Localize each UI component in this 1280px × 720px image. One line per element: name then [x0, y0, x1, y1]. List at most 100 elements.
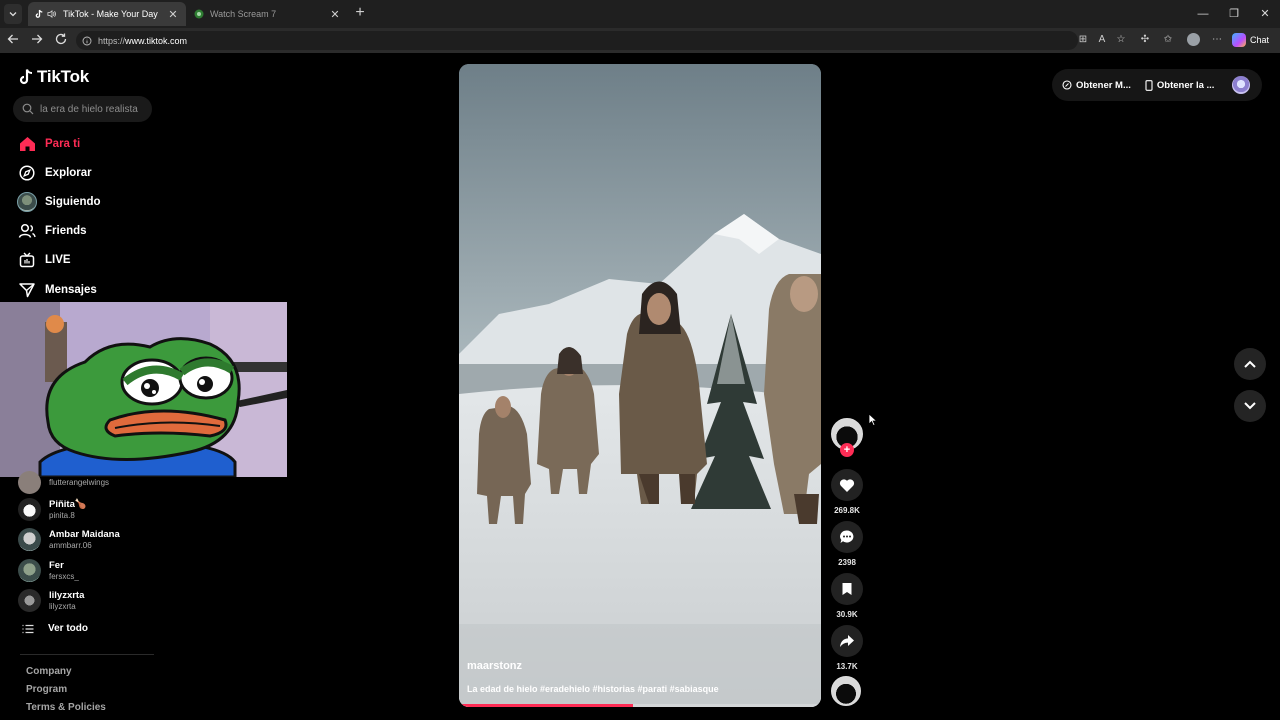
account-handle: ammbarr.06	[49, 540, 92, 550]
back-arrow-icon	[7, 34, 18, 44]
heart-icon	[839, 478, 855, 492]
video-player[interactable]: maarstonz La edad de hielo #eradehielo #…	[459, 64, 821, 707]
profile-avatar[interactable]	[1232, 76, 1250, 94]
phone-icon	[1145, 79, 1153, 91]
close-window-button[interactable]: ✕	[1257, 6, 1273, 22]
following-item[interactable]: Fer fersxcs_	[18, 557, 79, 583]
copilot-chat-button[interactable]: Chat	[1232, 32, 1269, 48]
sound-avatar[interactable]	[831, 676, 861, 706]
search-placeholder: la era de hielo realista	[40, 103, 138, 115]
messages-icon	[16, 279, 38, 301]
footer-link-program[interactable]: Program	[26, 684, 67, 695]
share-button[interactable]	[831, 625, 863, 657]
previous-video-button[interactable]	[1234, 348, 1266, 380]
favorite-star-icon[interactable]: ☆	[1114, 33, 1128, 47]
account-handle: fersxcs_	[49, 571, 79, 581]
chevron-down-icon	[1244, 402, 1256, 410]
url-prefix: https://	[98, 35, 126, 46]
get-coins-button[interactable]: Obtener M...	[1062, 80, 1131, 91]
nav-friends[interactable]: Friends	[16, 220, 87, 242]
favorites-icon[interactable]: ✩	[1161, 33, 1175, 47]
chevron-up-icon	[1244, 360, 1256, 368]
tiktok-page: TikTok la era de hielo realista Para ti …	[0, 53, 1280, 720]
close-tab-icon[interactable]: ✕	[166, 7, 180, 21]
nav-label: Explorar	[45, 167, 92, 179]
list-icon	[22, 624, 34, 633]
url-host: www.tiktok.com	[125, 35, 188, 46]
like-count: 269.8K	[834, 506, 860, 515]
account-handle: pinita.8	[49, 510, 75, 520]
site-info-icon[interactable]	[82, 36, 92, 46]
nav-following[interactable]: Siguiendo	[16, 191, 101, 213]
close-tab-icon[interactable]: ✕	[328, 7, 342, 21]
account-name: lilyzxrta	[49, 589, 85, 601]
following-item[interactable]: Piñita🍗 pinita.8	[18, 496, 87, 522]
footer-link-terms[interactable]: Terms & Policies	[26, 702, 106, 713]
nav-label: Friends	[45, 225, 87, 237]
tab-title: TikTok - Make Your Day	[63, 9, 158, 19]
coin-icon	[1062, 80, 1072, 90]
next-video-button[interactable]	[1234, 390, 1266, 422]
header-actions: Obtener M... Obtener la ...	[1052, 69, 1262, 101]
live-icon	[16, 249, 38, 271]
avatar-icon	[16, 191, 38, 213]
new-tab-button[interactable]: +	[352, 5, 368, 21]
nav-messages[interactable]: Mensajes	[16, 279, 97, 301]
nav-label: Para ti	[45, 138, 81, 150]
nav-for-you[interactable]: Para ti	[16, 133, 80, 155]
tab-watch-scream[interactable]: Watch Scream 7 ✕	[188, 2, 348, 26]
friends-icon	[16, 220, 38, 242]
get-app-button[interactable]: Obtener la ...	[1145, 79, 1214, 91]
home-icon	[16, 133, 38, 155]
tiktok-logo[interactable]: TikTok	[18, 67, 89, 87]
nav-live[interactable]: LIVE	[16, 249, 71, 271]
save-button[interactable]	[831, 573, 863, 605]
following-item[interactable]: flutterangelwings	[18, 469, 109, 495]
tab-tiktok[interactable]: TikTok - Make Your Day ✕	[28, 2, 186, 26]
comment-button[interactable]	[831, 521, 863, 553]
brand-name: TikTok	[37, 67, 90, 86]
tiktok-favicon-icon	[34, 9, 44, 19]
like-button[interactable]	[831, 469, 863, 501]
more-options-icon[interactable]: ⋯	[1210, 33, 1224, 47]
search-input[interactable]: la era de hielo realista	[13, 96, 152, 122]
ice-age-scene-image	[459, 64, 821, 707]
account-name: Piñita🍗	[49, 498, 87, 510]
avatar	[18, 558, 41, 582]
search-icon	[22, 103, 34, 115]
video-progress-fill	[459, 704, 633, 707]
compass-icon	[16, 162, 38, 184]
browser-tab-strip: TikTok - Make Your Day ✕ Watch Scream 7 …	[0, 0, 1280, 28]
back-button[interactable]	[5, 32, 21, 48]
nav-label: LIVE	[45, 254, 71, 266]
copilot-icon	[1232, 33, 1246, 47]
video-progress-bar[interactable]	[459, 704, 821, 707]
forward-button[interactable]	[29, 32, 45, 48]
footer-link-company[interactable]: Company	[26, 666, 72, 677]
bookmark-icon	[842, 583, 852, 595]
avatar	[18, 527, 41, 551]
profile-avatar-icon[interactable]	[1186, 33, 1200, 47]
site-favicon-icon	[194, 9, 204, 19]
following-item[interactable]: Ambar Maidana ammbarr.06	[18, 526, 120, 552]
account-handle: flutterangelwings	[49, 478, 110, 487]
nav-explore[interactable]: Explorar	[16, 162, 92, 184]
video-author[interactable]: maarstonz	[467, 660, 522, 672]
reload-button[interactable]	[53, 32, 69, 48]
apps-icon[interactable]: ⊞	[1076, 33, 1090, 47]
translate-icon[interactable]: A	[1095, 33, 1109, 47]
extensions-icon[interactable]: ✣	[1138, 33, 1152, 47]
restore-button[interactable]: ❐	[1226, 6, 1242, 22]
speaker-icon[interactable]	[47, 9, 57, 19]
url-field[interactable]: https://www.tiktok.com	[76, 31, 1078, 50]
follow-plus-button[interactable]: +	[840, 443, 854, 457]
nav-label: Siguiendo	[45, 196, 101, 208]
following-item[interactable]: lilyzxrta lilyzxrta	[18, 587, 84, 613]
video-description[interactable]: La edad de hielo #eradehielo #historias …	[467, 684, 719, 694]
tab-actions-menu[interactable]	[4, 4, 22, 24]
comment-icon	[840, 530, 854, 543]
get-coins-label: Obtener M...	[1076, 79, 1131, 91]
see-all-button[interactable]: Ver todo	[22, 623, 88, 634]
minimize-button[interactable]: —	[1195, 6, 1211, 22]
share-arrow-icon	[840, 635, 854, 647]
